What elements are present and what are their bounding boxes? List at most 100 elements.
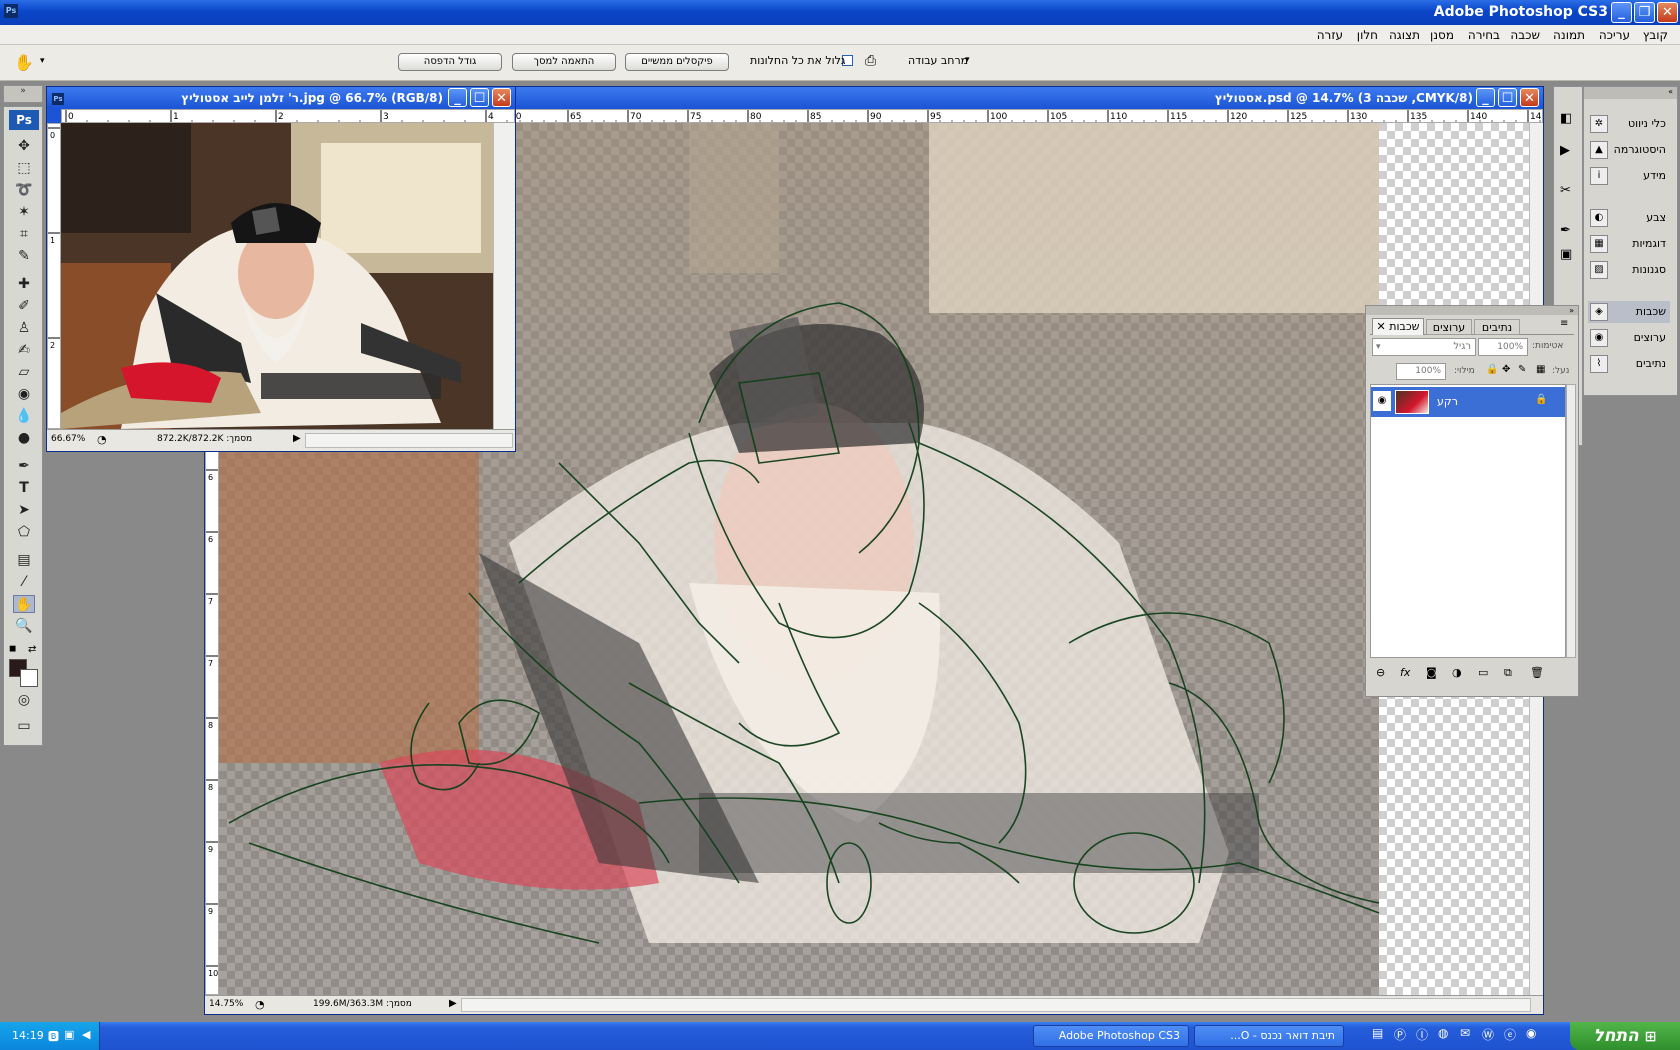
- zoom-tool-icon[interactable]: 🔍: [13, 617, 35, 635]
- task-photoshop[interactable]: Adobe Photoshop CS3: [1033, 1025, 1189, 1047]
- tool-preset-dropdown-icon[interactable]: ▾: [40, 56, 45, 66]
- panel-paths[interactable]: ⌇ נתיבים: [1588, 353, 1670, 375]
- start-button[interactable]: התחל ⊞: [1570, 1022, 1680, 1050]
- swap-colors-icon[interactable]: ⇄: [28, 644, 36, 655]
- panel-histogram[interactable]: ▲ היסטוגרמה: [1588, 139, 1670, 161]
- pen-tool-icon[interactable]: ✒: [13, 457, 35, 475]
- dodge-tool-icon[interactable]: ●: [13, 429, 35, 447]
- small-horizontal-scrollbar[interactable]: [305, 433, 513, 448]
- type-tool-icon[interactable]: T: [13, 479, 35, 497]
- menu-file[interactable]: קובץ: [1643, 28, 1668, 42]
- small-doc-minimize-icon[interactable]: _: [448, 88, 467, 107]
- ql-indesign-icon[interactable]: Ⓘ: [1416, 1026, 1428, 1043]
- quick-mask-icon[interactable]: ◎: [13, 691, 35, 709]
- tray-arrow-icon[interactable]: ◀: [82, 1028, 90, 1041]
- magic-wand-tool-icon[interactable]: ✶: [13, 203, 35, 221]
- ql-ie-icon[interactable]: ⓔ: [1504, 1026, 1516, 1043]
- small-zoom-field[interactable]: 66.67%: [51, 434, 85, 444]
- small-status-arrow-icon[interactable]: ▶: [293, 433, 301, 444]
- layers-palette-header[interactable]: »: [1366, 306, 1578, 315]
- small-canvas-photo[interactable]: [61, 123, 493, 429]
- layer-mask-icon[interactable]: ◙: [1426, 666, 1437, 679]
- menu-filter[interactable]: מסנן: [1430, 28, 1454, 42]
- lock-move-icon[interactable]: ✥: [1502, 364, 1510, 375]
- blend-mode-dropdown-icon[interactable]: ▾: [1376, 339, 1381, 355]
- fit-screen-button[interactable]: התאמה למסך: [512, 53, 616, 71]
- print-size-button[interactable]: גודל הדפסה: [398, 53, 502, 71]
- panel-channels[interactable]: ◉ ערוצים: [1588, 327, 1670, 349]
- brush-tool-icon[interactable]: ✐: [13, 297, 35, 315]
- layers-scrollbar[interactable]: [1566, 384, 1576, 658]
- background-color[interactable]: [20, 669, 38, 687]
- small-vertical-scrollbar[interactable]: [493, 123, 515, 429]
- main-zoom-field[interactable]: 14.75%: [209, 999, 243, 1009]
- notes-tool-icon[interactable]: ▤: [13, 551, 35, 569]
- path-selection-icon[interactable]: ➤: [13, 501, 35, 519]
- layers-menu-icon[interactable]: ≡: [1560, 318, 1568, 329]
- restore-icon[interactable]: ❐: [1634, 2, 1655, 23]
- crop-tool-icon[interactable]: ⌗: [13, 225, 35, 243]
- panel-navigator[interactable]: ✲ כלי ניווט: [1588, 113, 1670, 135]
- main-doc-close-icon[interactable]: ✕: [1520, 88, 1539, 107]
- ql-firefox-icon[interactable]: ◍: [1438, 1026, 1448, 1040]
- small-doc-close-icon[interactable]: ✕: [492, 88, 511, 107]
- workspace-menu[interactable]: מרחב עבודה: [908, 54, 968, 67]
- clone-stamp-icon[interactable]: ♙: [13, 319, 35, 337]
- minimize-icon[interactable]: _: [1611, 2, 1632, 23]
- panel-color[interactable]: ◐ צבע: [1588, 207, 1670, 229]
- panel-styles[interactable]: ▨ סגנונות: [1588, 259, 1670, 281]
- menu-edit[interactable]: עריכה: [1599, 28, 1630, 42]
- strip-clone-icon[interactable]: ▣: [1560, 247, 1572, 262]
- lock-transparency-icon[interactable]: ▦: [1536, 364, 1545, 375]
- layer-visibility-eye-icon[interactable]: ◉: [1373, 391, 1391, 411]
- menu-select[interactable]: בחירה: [1468, 28, 1500, 42]
- menu-window[interactable]: חלון: [1357, 28, 1378, 42]
- main-doc-maximize-icon[interactable]: ☐: [1498, 88, 1517, 107]
- default-colors-icon[interactable]: ◼: [9, 644, 16, 654]
- panel-layers[interactable]: ◈ שכבות: [1588, 301, 1670, 323]
- ql-word-icon[interactable]: Ⓦ: [1482, 1026, 1494, 1043]
- opacity-field[interactable]: 100%: [1478, 338, 1528, 356]
- tab-channels[interactable]: ערוצים: [1426, 319, 1472, 335]
- new-layer-icon[interactable]: ⧉: [1504, 666, 1512, 680]
- strip-actions-icon[interactable]: ▶: [1560, 143, 1570, 158]
- layer-name[interactable]: רקע: [1437, 395, 1458, 408]
- slice-tool-icon[interactable]: ✎: [13, 247, 35, 265]
- close-icon[interactable]: ✕: [1657, 2, 1678, 23]
- layer-style-fx-icon[interactable]: fx: [1400, 666, 1410, 679]
- lock-all-icon[interactable]: 🔒: [1486, 364, 1498, 375]
- eraser-tool-icon[interactable]: ▱: [13, 363, 35, 381]
- screen-mode-icon[interactable]: ▭: [13, 717, 35, 735]
- panel-swatches[interactable]: ▦ דוגמיות: [1588, 233, 1670, 255]
- hand-tool-icon-toolbox[interactable]: ✋: [13, 595, 35, 613]
- clock[interactable]: 14:19: [12, 1029, 44, 1042]
- lock-brush-icon[interactable]: ✎: [1518, 364, 1526, 375]
- task-outlook[interactable]: תיבת דואר נכנס - O...: [1194, 1025, 1344, 1047]
- fill-field[interactable]: 100%: [1396, 363, 1446, 380]
- menu-help[interactable]: עזרה: [1317, 28, 1343, 42]
- blur-tool-icon[interactable]: 💧: [13, 407, 35, 425]
- lasso-tool-icon[interactable]: ➰: [13, 181, 35, 199]
- eyedropper-tool-icon[interactable]: ⁄: [13, 573, 35, 591]
- main-status-icon[interactable]: ◔: [255, 998, 265, 1011]
- ql-media-icon[interactable]: ◉: [1526, 1026, 1536, 1040]
- actual-pixels-button[interactable]: פיקסלים ממשיים: [625, 53, 729, 71]
- strip-navigator-icon[interactable]: ◧: [1560, 111, 1572, 126]
- small-horizontal-ruler[interactable]: 0 1 2 3 4: [61, 109, 515, 123]
- tray-app-icon[interactable]: 🅱: [48, 1028, 59, 1044]
- menu-image[interactable]: תמונה: [1553, 28, 1585, 42]
- main-doc-minimize-icon[interactable]: _: [1476, 88, 1495, 107]
- marquee-tool-icon[interactable]: ⬚: [13, 159, 35, 177]
- tab-layers[interactable]: שכבות ✕: [1372, 318, 1424, 335]
- healing-brush-icon[interactable]: ✚: [13, 275, 35, 293]
- panel-info[interactable]: i מידע: [1588, 165, 1670, 187]
- tab-paths[interactable]: נתיבים: [1474, 319, 1520, 335]
- main-status-arrow-icon[interactable]: ▶: [449, 998, 457, 1009]
- adjustment-layer-icon[interactable]: ◑: [1452, 666, 1462, 679]
- workspace-icon[interactable]: ⎙: [865, 53, 876, 69]
- strip-brushes-icon[interactable]: ✒: [1560, 223, 1571, 238]
- small-status-icon[interactable]: ◔: [97, 433, 107, 446]
- main-horizontal-scrollbar[interactable]: [461, 998, 1531, 1012]
- layer-row-background[interactable]: ◉ רקע 🔒: [1371, 387, 1565, 417]
- menu-layer[interactable]: שכבה: [1510, 28, 1540, 42]
